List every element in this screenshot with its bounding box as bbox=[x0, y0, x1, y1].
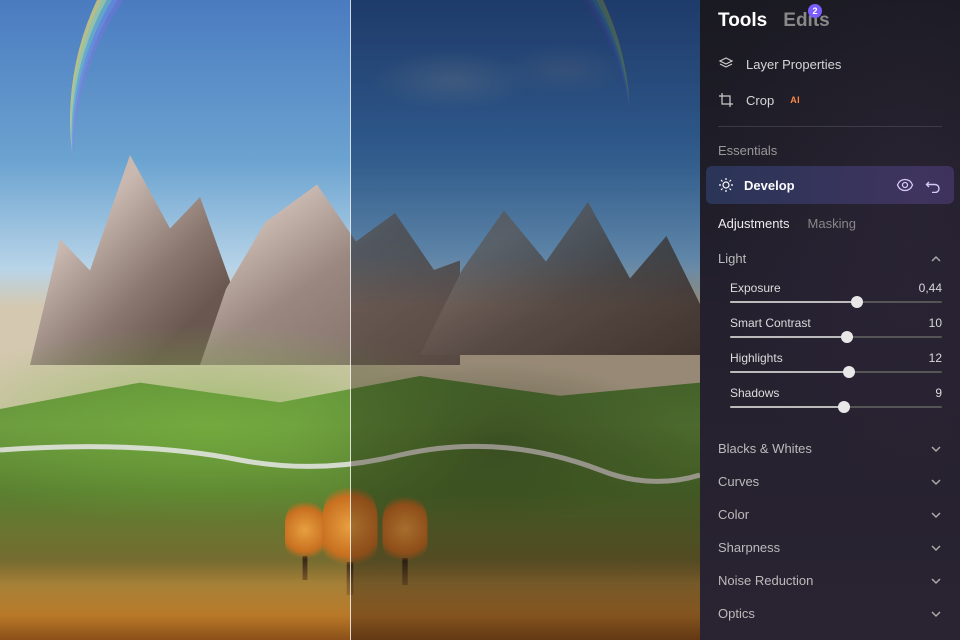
ai-tag: AI bbox=[790, 95, 800, 105]
slider-exposure[interactable] bbox=[730, 301, 942, 303]
chevron-down-icon bbox=[930, 542, 942, 554]
tools-panel: Tools Edits 2 Layer Properties Crop AI E… bbox=[700, 0, 960, 640]
undo-icon[interactable] bbox=[924, 176, 942, 194]
section-essentials: Essentials bbox=[700, 131, 960, 166]
chevron-down-icon bbox=[930, 509, 942, 521]
group-label: Color bbox=[718, 507, 749, 522]
edits-badge: 2 bbox=[808, 4, 822, 18]
group-sharpness[interactable]: Sharpness bbox=[718, 531, 942, 564]
group-transform[interactable]: Transform bbox=[718, 630, 942, 640]
slider-thumb[interactable] bbox=[838, 401, 850, 413]
slider-value: 10 bbox=[929, 316, 942, 330]
chevron-up-icon bbox=[930, 253, 942, 265]
tab-tools[interactable]: Tools bbox=[718, 10, 767, 32]
slider-label: Highlights bbox=[730, 351, 783, 365]
group-light[interactable]: Light bbox=[718, 245, 942, 272]
slider-thumb[interactable] bbox=[851, 296, 863, 308]
slider-value: 0,44 bbox=[919, 281, 942, 295]
layers-icon bbox=[718, 56, 734, 72]
group-curves[interactable]: Curves bbox=[718, 465, 942, 498]
group-label: Optics bbox=[718, 606, 755, 621]
crop-icon bbox=[718, 92, 734, 108]
group-blacks_whites[interactable]: Blacks & Whites bbox=[718, 432, 942, 465]
slider-shadows[interactable] bbox=[730, 406, 942, 408]
group-label: Sharpness bbox=[718, 540, 780, 555]
image-canvas[interactable] bbox=[0, 0, 700, 640]
slider-label: Shadows bbox=[730, 386, 779, 400]
subtab-adjustments[interactable]: Adjustments bbox=[718, 216, 790, 231]
group-label: Noise Reduction bbox=[718, 573, 813, 588]
slider-thumb[interactable] bbox=[843, 366, 855, 378]
slider-value: 12 bbox=[929, 351, 942, 365]
divider bbox=[718, 126, 942, 127]
group-label: Light bbox=[718, 251, 746, 266]
menu-label: Crop bbox=[746, 93, 774, 108]
develop-label: Develop bbox=[744, 178, 886, 193]
chevron-down-icon bbox=[930, 476, 942, 488]
slider-label: Exposure bbox=[730, 281, 781, 295]
group-color[interactable]: Color bbox=[718, 498, 942, 531]
group-label: Blacks & Whites bbox=[718, 441, 812, 456]
group-noise_reduction[interactable]: Noise Reduction bbox=[718, 564, 942, 597]
group-optics[interactable]: Optics bbox=[718, 597, 942, 630]
slider-highlights[interactable] bbox=[730, 371, 942, 373]
menu-label: Layer Properties bbox=[746, 57, 841, 72]
slider-value: 9 bbox=[935, 386, 942, 400]
slider-thumb[interactable] bbox=[841, 331, 853, 343]
group-label: Curves bbox=[718, 474, 759, 489]
menu-crop[interactable]: Crop AI bbox=[718, 82, 942, 118]
subtab-masking[interactable]: Masking bbox=[808, 216, 856, 231]
menu-layer-properties[interactable]: Layer Properties bbox=[718, 46, 942, 82]
chevron-down-icon bbox=[930, 443, 942, 455]
slider-smart_contrast[interactable] bbox=[730, 336, 942, 338]
develop-header[interactable]: Develop bbox=[706, 166, 954, 204]
tab-edits[interactable]: Edits bbox=[783, 10, 829, 32]
slider-label: Smart Contrast bbox=[730, 316, 811, 330]
sun-icon bbox=[718, 177, 734, 193]
chevron-down-icon bbox=[930, 608, 942, 620]
visibility-icon[interactable] bbox=[896, 176, 914, 194]
chevron-down-icon bbox=[930, 575, 942, 587]
before-after-divider[interactable] bbox=[350, 0, 351, 640]
